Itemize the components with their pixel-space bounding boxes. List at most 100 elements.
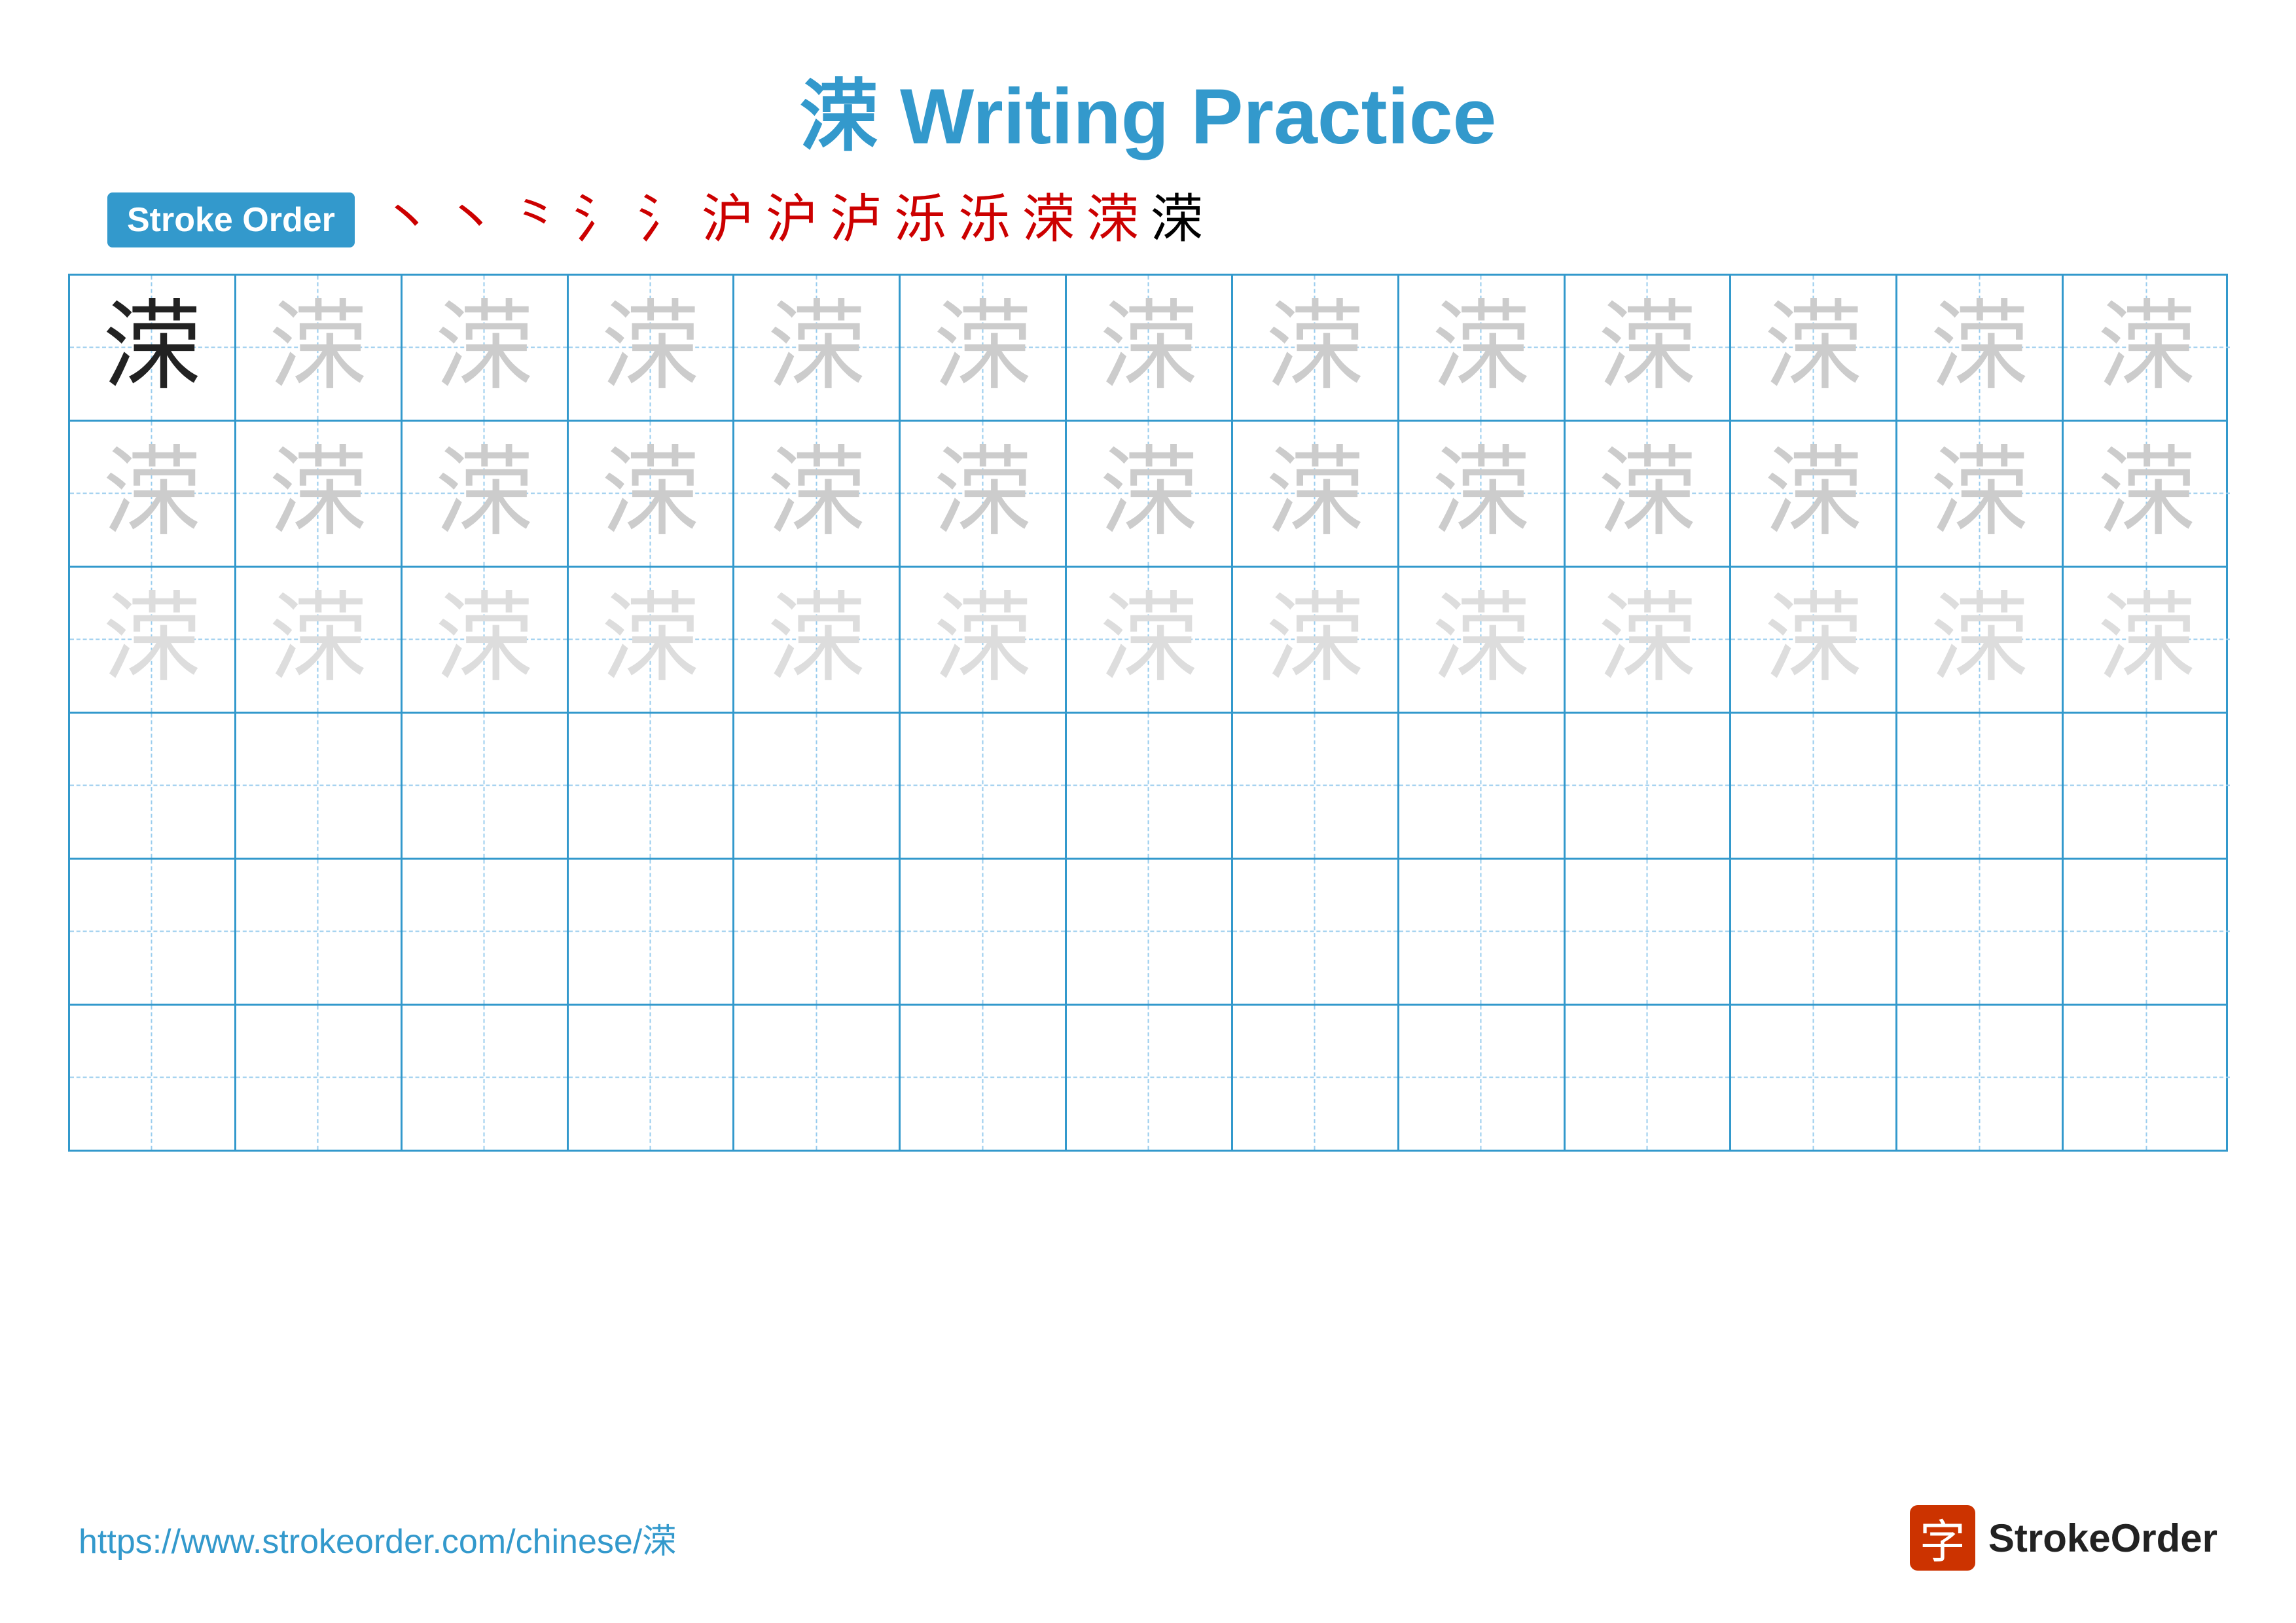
grid-cell[interactable] (1731, 860, 1897, 1004)
grid-cell[interactable]: 溁 (70, 568, 236, 712)
grid-cell[interactable]: 溁 (569, 422, 735, 566)
grid-cell[interactable] (1233, 860, 1399, 1004)
grid-cell[interactable] (569, 860, 735, 1004)
grid-cell[interactable] (734, 714, 901, 858)
grid-cell[interactable] (1566, 714, 1732, 858)
stroke-6: 沪 (702, 194, 754, 246)
grid-cell[interactable] (1566, 1006, 1732, 1150)
grid-cell[interactable]: 溁 (2064, 276, 2230, 420)
grid-cell[interactable]: 溁 (1731, 276, 1897, 420)
stroke-4: 氵 (573, 194, 626, 246)
practice-char: 溁 (435, 591, 533, 689)
grid-cell[interactable]: 溁 (1067, 422, 1233, 566)
grid-cell[interactable] (734, 1006, 901, 1150)
grid-cell[interactable] (1233, 1006, 1399, 1150)
grid-cell[interactable] (901, 860, 1067, 1004)
grid-cell[interactable] (2064, 860, 2230, 1004)
grid-cell[interactable]: 溁 (403, 422, 569, 566)
grid-cell[interactable] (569, 714, 735, 858)
grid-cell[interactable] (70, 860, 236, 1004)
grid-cell[interactable] (1731, 714, 1897, 858)
grid-cell[interactable] (2064, 1006, 2230, 1150)
logo-text: StrokeOrder (1988, 1516, 2217, 1561)
grid-cell[interactable]: 溁 (236, 568, 403, 712)
grid-cell[interactable]: 溁 (901, 422, 1067, 566)
grid-cell[interactable] (1067, 1006, 1233, 1150)
grid-cell[interactable]: 溁 (569, 276, 735, 420)
grid-cell[interactable]: 溁 (1399, 422, 1566, 566)
stroke-8: 泸 (830, 194, 882, 246)
footer-logo: 字 StrokeOrder (1910, 1505, 2217, 1571)
grid-row-6 (70, 1006, 2226, 1150)
grid-cell[interactable] (569, 1006, 735, 1150)
grid-cell[interactable]: 溁 (1566, 276, 1732, 420)
grid-cell[interactable]: 溁 (901, 568, 1067, 712)
grid-cell[interactable]: 溁 (734, 422, 901, 566)
grid-cell[interactable]: 溁 (236, 276, 403, 420)
grid-cell[interactable] (236, 714, 403, 858)
practice-char: 溁 (601, 299, 700, 397)
grid-cell[interactable]: 溁 (70, 276, 236, 420)
grid-cell[interactable]: 溁 (1897, 422, 2064, 566)
grid-cell[interactable] (236, 860, 403, 1004)
grid-cell[interactable] (1897, 860, 2064, 1004)
footer-url[interactable]: https://www.strokeorder.com/chinese/溁 (79, 1514, 676, 1563)
grid-cell[interactable] (1566, 860, 1732, 1004)
practice-char: 溁 (1432, 299, 1530, 397)
grid-cell[interactable] (1897, 1006, 2064, 1150)
practice-char: 溁 (1432, 591, 1530, 689)
grid-cell[interactable]: 溁 (1731, 568, 1897, 712)
grid-cell[interactable] (1067, 860, 1233, 1004)
practice-char: 溁 (269, 299, 367, 397)
practice-char: 溁 (103, 299, 201, 397)
practice-char: 溁 (1931, 299, 2029, 397)
grid-cell[interactable]: 溁 (1897, 276, 2064, 420)
practice-char: 溁 (2098, 299, 2196, 397)
grid-cell[interactable] (1399, 860, 1566, 1004)
grid-cell[interactable]: 溁 (569, 568, 735, 712)
practice-char: 溁 (934, 445, 1032, 543)
grid-cell[interactable] (1233, 714, 1399, 858)
grid-cell[interactable]: 溁 (2064, 422, 2230, 566)
grid-cell[interactable] (2064, 714, 2230, 858)
grid-cell[interactable]: 溁 (901, 276, 1067, 420)
practice-char: 溁 (601, 445, 700, 543)
grid-cell[interactable] (236, 1006, 403, 1150)
grid-cell[interactable]: 溁 (1067, 568, 1233, 712)
grid-cell[interactable]: 溁 (1233, 276, 1399, 420)
grid-cell[interactable]: 溁 (70, 422, 236, 566)
grid-cell[interactable]: 溁 (1731, 422, 1897, 566)
grid-cell[interactable]: 溁 (1233, 422, 1399, 566)
grid-cell[interactable] (1067, 714, 1233, 858)
grid-cell[interactable]: 溁 (1399, 568, 1566, 712)
practice-char: 溁 (1765, 299, 1863, 397)
grid-cell[interactable]: 溁 (403, 568, 569, 712)
practice-char: 溁 (1598, 445, 1696, 543)
grid-cell[interactable] (901, 1006, 1067, 1150)
grid-cell[interactable] (901, 714, 1067, 858)
grid-cell[interactable]: 溁 (734, 568, 901, 712)
grid-cell[interactable] (403, 714, 569, 858)
grid-cell[interactable]: 溁 (1897, 568, 2064, 712)
grid-cell[interactable]: 溁 (734, 276, 901, 420)
practice-char: 溁 (1765, 445, 1863, 543)
grid-cell[interactable] (1731, 1006, 1897, 1150)
grid-cell[interactable]: 溁 (1566, 422, 1732, 566)
grid-cell[interactable] (1897, 714, 2064, 858)
grid-cell[interactable] (1399, 1006, 1566, 1150)
grid-cell[interactable]: 溁 (403, 276, 569, 420)
grid-cell[interactable]: 溁 (2064, 568, 2230, 712)
grid-cell[interactable] (70, 1006, 236, 1150)
grid-cell[interactable] (734, 860, 901, 1004)
grid-cell[interactable]: 溁 (1566, 568, 1732, 712)
stroke-5: 氵 (637, 194, 690, 246)
practice-char: 溁 (768, 445, 866, 543)
grid-cell[interactable] (70, 714, 236, 858)
grid-cell[interactable]: 溁 (236, 422, 403, 566)
grid-cell[interactable] (403, 1006, 569, 1150)
grid-cell[interactable] (403, 860, 569, 1004)
grid-cell[interactable]: 溁 (1233, 568, 1399, 712)
grid-cell[interactable]: 溁 (1067, 276, 1233, 420)
grid-cell[interactable] (1399, 714, 1566, 858)
grid-cell[interactable]: 溁 (1399, 276, 1566, 420)
